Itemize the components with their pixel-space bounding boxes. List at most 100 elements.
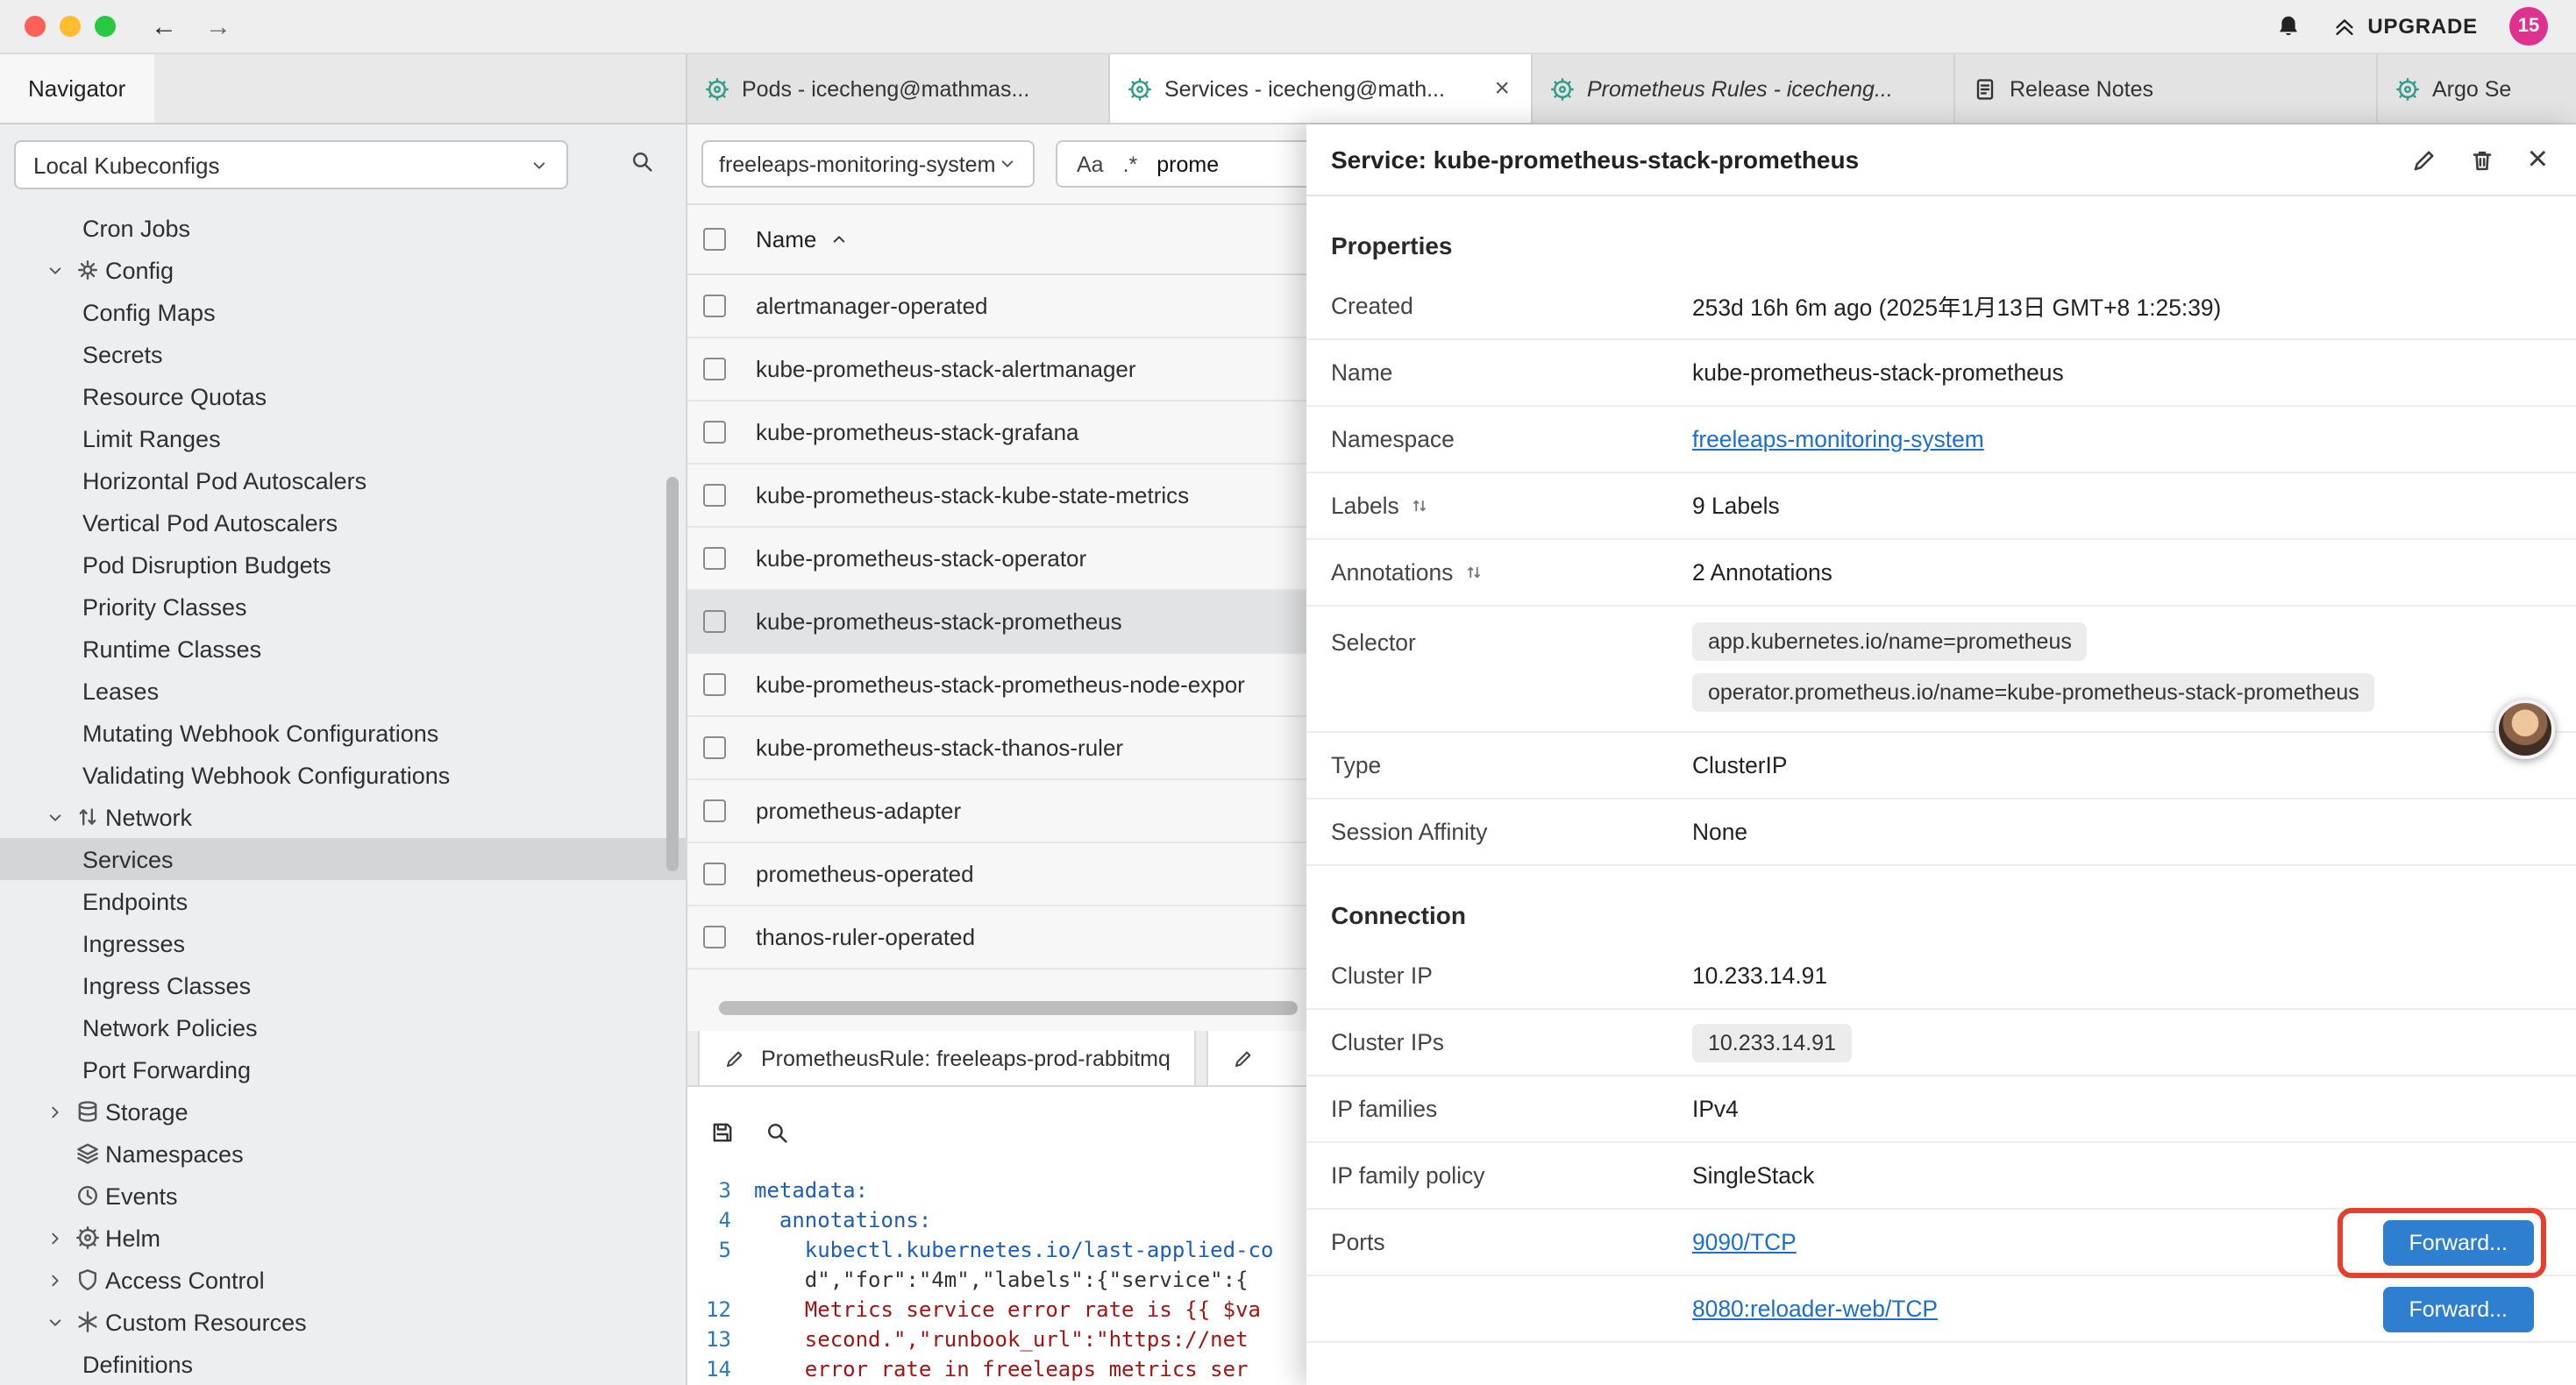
- editor-tab-prometheusrule[interactable]: PrometheusRule: freeleaps-prod-rabbitmq: [698, 1031, 1197, 1085]
- sidebar-item-mutating-webhook-configurations[interactable]: Mutating Webhook Configurations: [0, 712, 686, 754]
- name-column-header[interactable]: Name: [756, 226, 848, 252]
- code-text: error rate in freeleaps metrics ser: [754, 1355, 1249, 1385]
- code-text: annotations:: [754, 1206, 931, 1236]
- service-name: thanos-ruler-operated: [756, 924, 975, 950]
- sidebar-item-namespaces[interactable]: Namespaces: [0, 1133, 686, 1175]
- tab-prometheus-rules-icecheng[interactable]: Prometheus Rules - icecheng...: [1533, 54, 1955, 123]
- navigator-tab[interactable]: Navigator: [0, 54, 154, 123]
- forward-button[interactable]: Forward...: [2382, 1286, 2534, 1332]
- code-text: kubectl.kubernetes.io/last-applied-co: [754, 1236, 1273, 1266]
- row-checkbox[interactable]: [703, 863, 726, 885]
- service-name: kube-prometheus-stack-operator: [756, 545, 1086, 572]
- back-button[interactable]: ←: [151, 11, 177, 41]
- sidebar-item-horizontal-pod-autoscalers[interactable]: Horizontal Pod Autoscalers: [0, 459, 686, 501]
- maximize-window-button[interactable]: [95, 16, 116, 37]
- sidebar-item-network-policies[interactable]: Network Policies: [0, 1006, 686, 1048]
- sidebar-scrollbar-thumb[interactable]: [666, 477, 679, 871]
- forward-button-wrap: Forward...: [2382, 1219, 2534, 1265]
- sidebar-item-events[interactable]: Events: [0, 1175, 686, 1217]
- edit-icon[interactable]: [2412, 146, 2438, 173]
- row-checkbox[interactable]: [703, 610, 726, 633]
- row-checkbox[interactable]: [703, 673, 726, 696]
- kubeconfig-selector[interactable]: Local Kubeconfigs: [14, 140, 568, 189]
- sidebar-item-network[interactable]: Network: [0, 796, 686, 838]
- sidebar-item-secrets[interactable]: Secrets: [0, 333, 686, 375]
- sidebar-item-resource-quotas[interactable]: Resource Quotas: [0, 375, 686, 417]
- detail-label: Annotations: [1331, 559, 1692, 586]
- horizontal-scrollbar-thumb[interactable]: [719, 1001, 1298, 1015]
- forward-button-wrap: Forward...: [2382, 1286, 2534, 1332]
- detail-row-selector: Selectorapp.kubernetes.io/name=prometheu…: [1306, 607, 2576, 733]
- code-text: d","for":"4m","labels":{"service":{: [754, 1266, 1249, 1296]
- user-avatar[interactable]: [2495, 700, 2555, 759]
- namespace-link[interactable]: freeleaps-monitoring-system: [1692, 426, 1984, 452]
- sidebar-item-access-control[interactable]: Access Control: [0, 1259, 686, 1301]
- sidebar-item-services[interactable]: Services: [0, 838, 686, 880]
- row-checkbox[interactable]: [703, 421, 726, 444]
- tab-release-notes[interactable]: Release Notes: [1955, 54, 2378, 123]
- sidebar-item-ingress-classes[interactable]: Ingress Classes: [0, 964, 686, 1006]
- sidebar-item-pod-disruption-budgets[interactable]: Pod Disruption Budgets: [0, 543, 686, 586]
- sidebar-item-config[interactable]: Config: [0, 249, 686, 291]
- search-icon[interactable]: [765, 1119, 789, 1144]
- row-checkbox[interactable]: [703, 736, 726, 759]
- row-checkbox[interactable]: [703, 926, 726, 948]
- upgrade-label: UPGRADE: [2367, 14, 2478, 39]
- notifications-bell-icon[interactable]: [2276, 14, 2301, 39]
- value-badge: operator.prometheus.io/name=kube-prometh…: [1692, 673, 2375, 712]
- sidebar-item-label: Services: [82, 846, 174, 872]
- sidebar-item-validating-webhook-configurations[interactable]: Validating Webhook Configurations: [0, 754, 686, 796]
- search-icon[interactable]: [630, 149, 654, 174]
- service-name: prometheus-adapter: [756, 798, 961, 824]
- sidebar-item-label: Leases: [82, 678, 159, 704]
- sidebar-item-priority-classes[interactable]: Priority Classes: [0, 586, 686, 628]
- port-link[interactable]: 9090/TCP: [1692, 1229, 1797, 1255]
- sidebar-item-definitions[interactable]: Definitions: [0, 1343, 686, 1385]
- sidebar-item-custom-resources[interactable]: Custom Resources: [0, 1301, 686, 1343]
- forward-button[interactable]: Forward...: [2382, 1219, 2534, 1265]
- kube-icon: [1550, 76, 1575, 101]
- close-tab-icon[interactable]: ×: [1491, 74, 1513, 103]
- port-link[interactable]: 8080:reloader-web/TCP: [1692, 1296, 1938, 1322]
- sidebar-item-ingresses[interactable]: Ingresses: [0, 922, 686, 964]
- name-header-label: Name: [756, 226, 816, 252]
- navigator-tree: Cron JobsConfigConfig MapsSecretsResourc…: [0, 207, 686, 1385]
- sidebar-item-leases[interactable]: Leases: [0, 670, 686, 712]
- sidebar-item-endpoints[interactable]: Endpoints: [0, 880, 686, 922]
- chevron-down-icon: [998, 154, 1017, 174]
- service-name: kube-prometheus-stack-grafana: [756, 419, 1079, 445]
- forward-button-nav[interactable]: →: [205, 11, 231, 41]
- close-window-button[interactable]: [25, 16, 46, 37]
- row-checkbox[interactable]: [703, 295, 726, 317]
- regex-toggle[interactable]: .*: [1123, 152, 1138, 176]
- pencil-icon: [724, 1048, 745, 1069]
- sidebar-item-helm[interactable]: Helm: [0, 1217, 686, 1259]
- row-checkbox[interactable]: [703, 799, 726, 822]
- select-all-checkbox[interactable]: [703, 228, 726, 251]
- row-checkbox[interactable]: [703, 484, 726, 507]
- sidebar-item-label: Network: [105, 804, 192, 830]
- detail-label: IP families: [1331, 1096, 1692, 1122]
- namespace-filter-select[interactable]: freeleaps-monitoring-system: [701, 140, 1035, 188]
- row-checkbox[interactable]: [703, 358, 726, 380]
- match-case-toggle[interactable]: Aa: [1077, 152, 1104, 176]
- code-text: second.","runbook_url":"https://net: [754, 1325, 1249, 1355]
- tab-argo-se[interactable]: Argo Se: [2378, 54, 2576, 123]
- notification-count-badge[interactable]: 15: [2509, 7, 2548, 46]
- sidebar-item-port-forwarding[interactable]: Port Forwarding: [0, 1048, 686, 1090]
- sidebar-item-cron-jobs[interactable]: Cron Jobs: [0, 207, 686, 249]
- sidebar-item-vertical-pod-autoscalers[interactable]: Vertical Pod Autoscalers: [0, 501, 686, 543]
- minimize-window-button[interactable]: [60, 16, 81, 37]
- sidebar-item-storage[interactable]: Storage: [0, 1090, 686, 1133]
- detail-value: 8080:reloader-web/TCP Forward...: [1692, 1286, 2534, 1332]
- close-icon[interactable]: ×: [2528, 142, 2548, 177]
- sidebar-item-runtime-classes[interactable]: Runtime Classes: [0, 628, 686, 670]
- delete-icon[interactable]: [2470, 146, 2496, 173]
- sidebar-item-config-maps[interactable]: Config Maps: [0, 291, 686, 333]
- sidebar-item-limit-ranges[interactable]: Limit Ranges: [0, 417, 686, 459]
- row-checkbox[interactable]: [703, 547, 726, 570]
- tab-services-icecheng-math[interactable]: Services - icecheng@math...×: [1110, 54, 1533, 123]
- tab-pods-icecheng-mathmas[interactable]: Pods - icecheng@mathmas...: [687, 54, 1110, 123]
- save-icon[interactable]: [710, 1119, 735, 1144]
- upgrade-button[interactable]: UPGRADE: [2332, 14, 2478, 39]
